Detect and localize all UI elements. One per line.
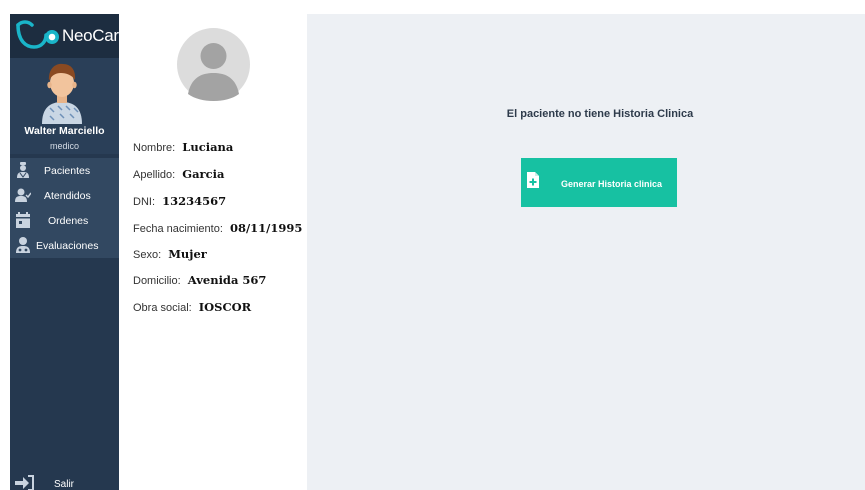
field-label: Apellido:: [133, 169, 176, 181]
patient-field-apellido: Apellido: Garcia: [133, 167, 224, 181]
sidebar-item-ordenes[interactable]: Ordenes: [10, 208, 119, 233]
patient-field-fecha-nacimiento: Fecha nacimiento: 08/11/1995: [133, 221, 302, 235]
sidebar-item-label: Ordenes: [48, 215, 89, 227]
sidebar-item-atendidos[interactable]: Atendidos: [10, 183, 119, 208]
field-value: Mujer: [168, 247, 207, 261]
patient-photo: [177, 28, 250, 101]
patient-field-domicilio: Domicilio: Avenida 567: [133, 273, 266, 287]
field-label: Sexo:: [133, 249, 162, 261]
add-document-icon: [527, 172, 539, 188]
field-value: Avenida 567: [187, 273, 267, 287]
patient-field-nombre: Nombre: Luciana: [133, 140, 233, 154]
field-label: Obra social:: [133, 302, 192, 314]
sidebar-item-label: Pacientes: [44, 165, 91, 177]
field-value: 13234567: [162, 194, 227, 208]
field-label: DNI:: [133, 196, 155, 208]
patient-field-obra-social: Obra social: IOSCOR: [133, 300, 251, 314]
user-name: Walter Marciello: [24, 125, 105, 137]
field-label: Fecha nacimiento:: [133, 223, 223, 235]
field-value: Luciana: [182, 140, 234, 154]
sidebar-item-pacientes[interactable]: Pacientes: [10, 158, 119, 183]
avatar: [42, 63, 82, 124]
field-value: Garcia: [182, 167, 225, 181]
app-logo[interactable]: NeoCare: [10, 14, 128, 58]
empty-history-message: El paciente no tiene Historia Clinica: [506, 108, 694, 120]
sidebar-item-evaluaciones[interactable]: Evaluaciones: [10, 233, 119, 258]
field-label: Nombre:: [133, 142, 176, 154]
calendar-icon: [16, 212, 30, 228]
generate-history-button[interactable]: Generar Historia clinica: [521, 158, 677, 207]
patients-icon: [17, 162, 29, 178]
sidebar-item-label: Atendidos: [44, 190, 91, 202]
evaluations-icon: [16, 237, 30, 253]
logout-button[interactable]: Salir: [10, 473, 119, 490]
sidebar: NeoCare Walter Marciello medico Paciente…: [10, 14, 128, 490]
patient-field-dni: DNI: 13234567: [133, 194, 226, 208]
logout-icon: [15, 475, 34, 490]
attended-icon: [15, 188, 31, 202]
clinical-history-panel: El paciente no tiene Historia Clinica Ge…: [307, 14, 865, 490]
generate-history-label: Generar Historia clinica: [561, 179, 663, 189]
field-value: 08/11/1995: [229, 221, 303, 235]
sidebar-item-label: Evaluaciones: [36, 240, 99, 252]
app-name: NeoCare: [62, 26, 128, 45]
logout-label: Salir: [54, 479, 75, 490]
user-profile: Walter Marciello medico: [10, 58, 119, 154]
field-value: IOSCOR: [198, 300, 252, 314]
patient-field-sexo: Sexo: Mujer: [133, 247, 207, 261]
user-role: medico: [49, 141, 79, 151]
field-label: Domicilio:: [133, 275, 181, 287]
